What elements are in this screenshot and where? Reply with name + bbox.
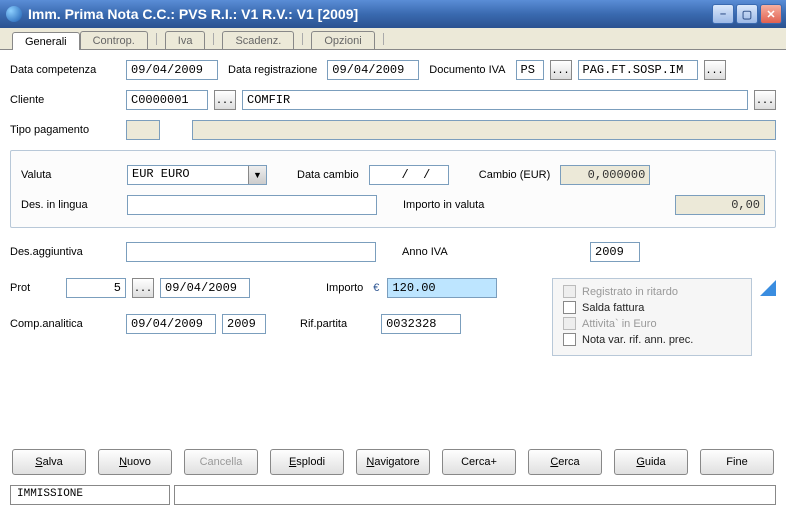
documento-iva-code-field[interactable] [516,60,544,80]
titlebar: Imm. Prima Nota C.C.: PVS R.I.: V1 R.V.:… [0,0,786,28]
label-rif-partita: Rif.partita [300,318,347,330]
check-nota-var[interactable]: Nota var. rif. ann. prec. [563,333,741,346]
checkbox-icon[interactable] [563,301,576,314]
status-mode: IMMISSIONE [10,485,170,505]
nuovo-button[interactable]: Nuovo [98,449,172,475]
tab-separator [156,33,157,45]
salva-button[interactable]: Salva [12,449,86,475]
label-importo: Importo [326,282,363,294]
tab-opzioni[interactable]: Opzioni [311,31,374,49]
valuta-value: EUR EURO [128,166,248,184]
comp-analitica-date-field[interactable] [126,314,216,334]
cancella-button: Cancella [184,449,258,475]
minimize-button[interactable]: – [712,4,734,24]
statusbar: IMMISSIONE [10,485,776,505]
app-icon [6,6,22,22]
data-registrazione-field[interactable] [327,60,419,80]
tabstrip: Generali Controp. Iva Scadenz. Opzioni [0,28,786,50]
label-prot: Prot [10,282,60,294]
window-controls: – ▢ ✕ [712,4,782,24]
flags-panel: Registrato in ritardo Salda fattura Atti… [552,278,752,356]
des-lingua-field[interactable] [127,195,377,215]
label-des-aggiuntiva: Des.aggiuntiva [10,246,120,258]
window-title: Imm. Prima Nota C.C.: PVS R.I.: V1 R.V.:… [28,6,712,22]
cliente-code-field[interactable] [126,90,208,110]
label-data-competenza: Data competenza [10,64,120,76]
action-button-bar: Salva Nuovo Cancella Esplodi Navigatore … [10,443,776,481]
resize-handle-icon[interactable] [758,278,776,296]
label-des-lingua: Des. in lingua [21,199,121,211]
documento-iva-more-button[interactable]: ... [704,60,726,80]
cerca-plus-button[interactable]: Cerca+ [442,449,516,475]
importo-valuta-field [675,195,765,215]
label-anno-iva: Anno IVA [402,246,448,258]
check-salda-fattura[interactable]: Salda fattura [563,301,741,314]
data-competenza-field[interactable] [126,60,218,80]
label-cambio: Cambio (EUR) [479,169,551,181]
anno-iva-field[interactable] [590,242,640,262]
tab-separator [302,33,303,45]
data-cambio-field[interactable] [369,165,449,185]
tab-separator [213,33,214,45]
valuta-combobox[interactable]: EUR EURO ▼ [127,165,267,185]
close-button[interactable]: ✕ [760,4,782,24]
importo-field[interactable] [387,278,497,298]
euro-icon: € [373,282,379,294]
label-tipo-pagamento: Tipo pagamento [10,124,120,136]
label-documento-iva: Documento IVA [429,64,505,76]
maximize-button[interactable]: ▢ [736,4,758,24]
cambio-field [560,165,650,185]
label-data-cambio: Data cambio [297,169,359,181]
prot-num-field[interactable] [66,278,126,298]
tab-generali[interactable]: Generali [12,32,80,50]
label-valuta: Valuta [21,169,121,181]
label-importo-valuta: Importo in valuta [403,199,484,211]
cliente-name-field[interactable] [242,90,748,110]
checkbox-icon[interactable] [563,333,576,346]
cliente-more-button[interactable]: ... [754,90,776,110]
label-comp-analitica: Comp.analitica [10,318,120,330]
check-attivita-euro: Attivita` in Euro [563,317,741,330]
fine-button[interactable]: Fine [700,449,774,475]
rif-partita-field[interactable] [381,314,461,334]
esplodi-button[interactable]: Esplodi [270,449,344,475]
valuta-groupbox: Valuta EUR EURO ▼ Data cambio Cambio (EU… [10,150,776,228]
label-data-registrazione: Data registrazione [228,64,317,76]
documento-iva-desc-field[interactable] [578,60,698,80]
check-registrato-ritardo: Registrato in ritardo [563,285,741,298]
comp-analitica-year-field[interactable] [222,314,266,334]
label-cliente: Cliente [10,94,120,106]
tab-scadenz[interactable]: Scadenz. [222,31,294,49]
tab-controp[interactable]: Controp. [80,31,148,49]
documento-iva-lookup-button[interactable]: ... [550,60,572,80]
tab-iva[interactable]: Iva [165,31,206,49]
guida-button[interactable]: Guida [614,449,688,475]
tipo-pagamento-desc-field [192,120,776,140]
des-aggiuntiva-field[interactable] [126,242,376,262]
checkbox-icon [563,285,576,298]
prot-date-field[interactable] [160,278,250,298]
form-body: Data competenza Data registrazione Docum… [0,50,786,511]
cliente-lookup-button[interactable]: ... [214,90,236,110]
chevron-down-icon[interactable]: ▼ [248,166,266,184]
checkbox-icon [563,317,576,330]
cerca-button[interactable]: Cerca [528,449,602,475]
prot-lookup-button[interactable]: ... [132,278,154,298]
navigatore-button[interactable]: Navigatore [356,449,430,475]
status-message [174,485,776,505]
tipo-pagamento-code-field [126,120,160,140]
tab-separator [383,33,384,45]
